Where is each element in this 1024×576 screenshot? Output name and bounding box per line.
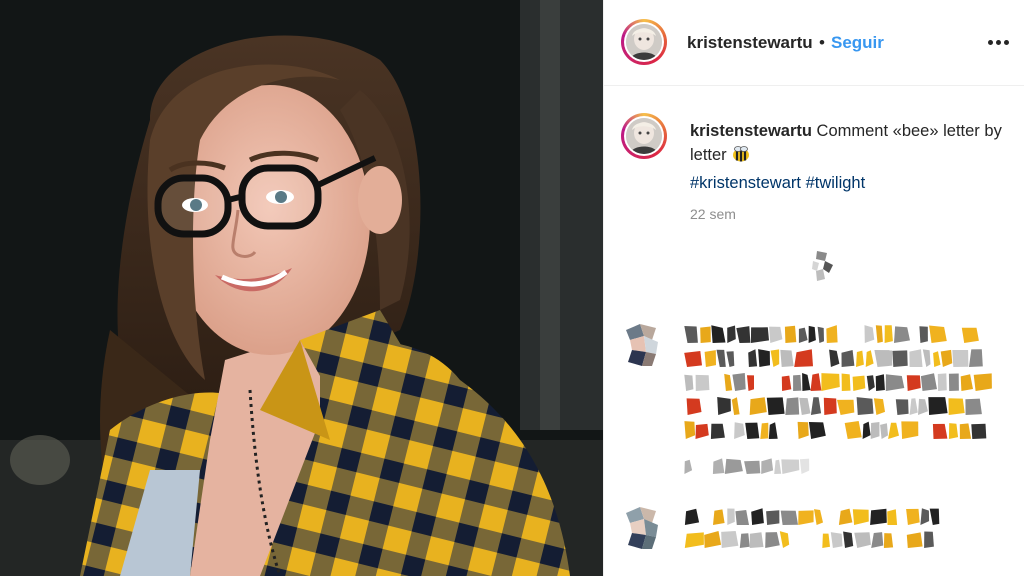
header-username[interactable]: kristenstewartu (687, 33, 813, 53)
hashtag-twilight[interactable]: #twilight (806, 174, 866, 192)
caption-avatar[interactable] (621, 113, 667, 159)
post-sidebar: kristenstewartu • Seguir kristenstewartu… (603, 0, 1024, 576)
comment-text-1 (684, 322, 994, 452)
comment-meta-1 (684, 455, 834, 486)
follow-button[interactable]: Seguir (831, 33, 884, 53)
comment-avatar-2[interactable] (622, 505, 668, 556)
comment-text-2 (684, 505, 954, 560)
post-timestamp[interactable]: 22 sem (690, 206, 736, 222)
post-header: kristenstewartu • Seguir (604, 0, 1024, 86)
header-separator: • (819, 33, 825, 52)
loading-spinner-icon (812, 251, 833, 281)
more-options-icon[interactable] (988, 40, 1010, 46)
comment-avatar-1[interactable] (622, 322, 668, 373)
portrait-image (0, 0, 603, 576)
avatar[interactable] (621, 19, 667, 65)
hashtag-kristenstewart[interactable]: #kristenstewart (690, 174, 801, 192)
caption-username[interactable]: kristenstewartu (690, 122, 812, 140)
post-caption: kristenstewartu Comment «bee» letter by … (690, 119, 1010, 195)
bee-emoji-icon (731, 144, 751, 171)
post-photo[interactable] (0, 0, 603, 576)
